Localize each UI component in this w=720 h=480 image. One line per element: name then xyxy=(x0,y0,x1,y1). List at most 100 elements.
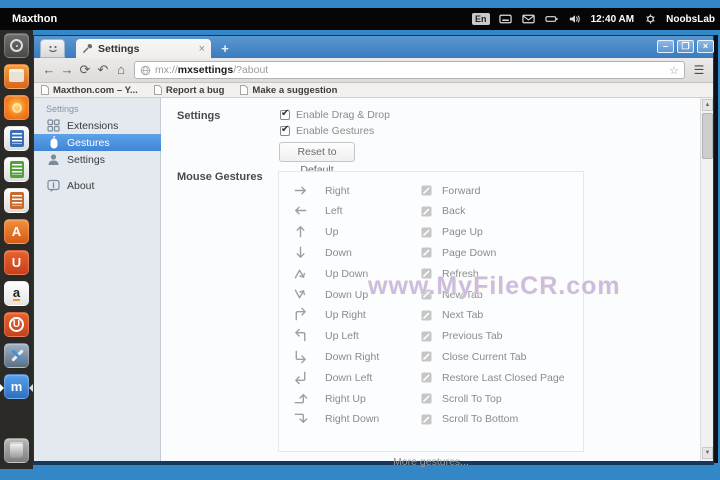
gesture-action: Next Tab xyxy=(442,309,484,322)
gesture-direction-icon xyxy=(293,349,309,365)
sidebar-item-settings[interactable]: Settings xyxy=(34,151,161,168)
edit-action-icon[interactable] xyxy=(421,310,432,321)
gesture-name: Up Left xyxy=(325,330,359,343)
maxthon-smiley-icon xyxy=(48,45,57,52)
libreoffice-impress-icon[interactable] xyxy=(4,188,29,213)
edit-action-icon[interactable] xyxy=(421,206,432,217)
edit-action-icon[interactable] xyxy=(421,247,432,258)
edit-action-icon[interactable] xyxy=(421,227,432,238)
mail-icon[interactable] xyxy=(522,13,536,25)
new-tab-button[interactable]: + xyxy=(217,42,233,56)
minimize-button[interactable]: – xyxy=(657,40,674,53)
scroll-down-icon[interactable]: ▼ xyxy=(702,447,713,459)
session-gear-icon[interactable] xyxy=(643,13,657,25)
gesture-row: Left Back xyxy=(279,201,585,222)
gesture-direction-icon xyxy=(293,391,309,407)
sidebar-item-gestures[interactable]: Gestures xyxy=(34,134,161,151)
bookmark-star-icon[interactable]: ☆ xyxy=(669,64,679,77)
gesture-direction-icon xyxy=(293,307,309,323)
libreoffice-calc-icon[interactable] xyxy=(4,157,29,182)
more-gestures-link[interactable]: More gestures... xyxy=(278,456,584,468)
tab-settings[interactable]: Settings × xyxy=(76,39,211,58)
enable-gestures-checkbox[interactable] xyxy=(280,124,290,136)
home-button[interactable]: ⌂ xyxy=(112,61,130,79)
page-icon xyxy=(153,85,162,95)
system-settings-icon[interactable] xyxy=(4,343,29,368)
checkbox-label: Enable Drag & Drop xyxy=(296,109,390,121)
volume-icon[interactable] xyxy=(568,13,582,25)
edit-action-icon[interactable] xyxy=(421,185,432,196)
url-text[interactable]: mx://mxsettings/?about xyxy=(155,64,665,76)
close-button[interactable]: × xyxy=(697,40,714,53)
gesture-row: Up Page Up xyxy=(279,222,585,243)
gesture-direction-icon xyxy=(293,224,309,240)
maxthon-launcher-icon[interactable]: m xyxy=(0,374,33,399)
software-center-icon[interactable]: A xyxy=(4,219,29,244)
dash-home-icon[interactable] xyxy=(4,33,29,58)
ubuntu-top-panel: Maxthon En 12:40 AM NoobsLab xyxy=(0,8,720,30)
gesture-direction-icon xyxy=(293,245,309,261)
gesture-action: Back xyxy=(442,205,466,218)
firefox-icon[interactable] xyxy=(4,95,29,120)
gesture-action: Close Current Tab xyxy=(442,350,527,363)
sidebar-item-extensions[interactable]: Extensions xyxy=(34,117,161,134)
gestures-icon xyxy=(47,136,60,149)
gesture-action: Scroll To Top xyxy=(442,392,502,405)
sidebar-header: Settings xyxy=(46,104,79,114)
maxthon-menu-button[interactable] xyxy=(40,39,65,58)
settings-sidebar: Settings Extensions Gestures Settings Ab… xyxy=(34,98,161,461)
wrench-icon xyxy=(82,43,93,54)
browser-menu-icon[interactable]: ☰ xyxy=(691,62,707,78)
maximize-button[interactable]: ❐ xyxy=(677,40,694,53)
gesture-action: Previous Tab xyxy=(442,330,503,343)
indicator-area: En 12:40 AM NoobsLab xyxy=(472,13,720,25)
ubuntu-one-icon[interactable]: U xyxy=(4,250,29,275)
edit-action-icon[interactable] xyxy=(421,414,432,425)
bookmark-report-a-bug[interactable]: Report a bug xyxy=(153,85,224,96)
undo-button[interactable]: ↶ xyxy=(94,61,112,79)
bookmark-make-a-suggestion[interactable]: Make a suggestion xyxy=(240,85,337,96)
battery-icon[interactable] xyxy=(545,13,559,25)
files-icon[interactable] xyxy=(4,64,29,89)
watermark: www.MyFileCR.com xyxy=(368,272,621,300)
session-user-name[interactable]: NoobsLab xyxy=(666,14,715,25)
gesture-name: Up Right xyxy=(325,309,366,322)
gesture-name: Down Left xyxy=(325,371,373,384)
checkbox-row-drag-drop: Enable Drag & Drop xyxy=(280,108,390,121)
edit-action-icon[interactable] xyxy=(421,351,432,362)
enable-drag-drop-checkbox[interactable] xyxy=(280,108,290,120)
gesture-direction-icon xyxy=(293,370,309,386)
keyboard-indicator-icon[interactable] xyxy=(499,13,513,25)
ubuntu-one-music-icon[interactable]: U xyxy=(4,312,29,337)
gesture-row: Down Left Restore Last Closed Page xyxy=(279,367,585,388)
gesture-name: Up xyxy=(325,226,339,239)
gesture-action: Restore Last Closed Page xyxy=(442,371,565,384)
refresh-button[interactable]: ⟳ xyxy=(76,61,94,79)
scroll-up-icon[interactable]: ▲ xyxy=(702,99,713,111)
page-icon xyxy=(240,85,249,95)
trash-icon[interactable] xyxy=(4,438,29,463)
edit-action-icon[interactable] xyxy=(421,331,432,342)
scrollbar[interactable]: ▲ ▼ xyxy=(700,98,713,461)
bookmark-maxthon[interactable]: Maxthon.com – Y... xyxy=(41,85,138,96)
gesture-row: Right Up Scroll To Top xyxy=(279,388,585,409)
sidebar-item-about[interactable]: About xyxy=(34,177,161,194)
navigation-toolbar: ← → ⟳ ↶ ⌂ mx://mxsettings/?about ☆ ☰ xyxy=(34,58,713,83)
scrollbar-thumb[interactable] xyxy=(702,113,713,159)
gesture-row: Up Right Next Tab xyxy=(279,305,585,326)
amazon-icon[interactable]: a xyxy=(4,281,29,306)
keyboard-layout-indicator[interactable]: En xyxy=(472,13,490,25)
checkbox-label: Enable Gestures xyxy=(296,125,375,137)
edit-action-icon[interactable] xyxy=(421,372,432,383)
address-bar[interactable]: mx://mxsettings/?about ☆ xyxy=(134,61,685,79)
gesture-row: Right Down Scroll To Bottom xyxy=(279,409,585,430)
forward-button[interactable]: → xyxy=(58,61,76,79)
tab-close-icon[interactable]: × xyxy=(199,43,205,55)
clock[interactable]: 12:40 AM xyxy=(591,14,635,25)
about-icon xyxy=(47,179,60,192)
libreoffice-writer-icon[interactable] xyxy=(4,126,29,151)
back-button[interactable]: ← xyxy=(40,61,58,79)
reset-to-default-button[interactable]: Reset to Default xyxy=(279,142,355,176)
gesture-row: Right Forward xyxy=(279,180,585,201)
edit-action-icon[interactable] xyxy=(421,393,432,404)
